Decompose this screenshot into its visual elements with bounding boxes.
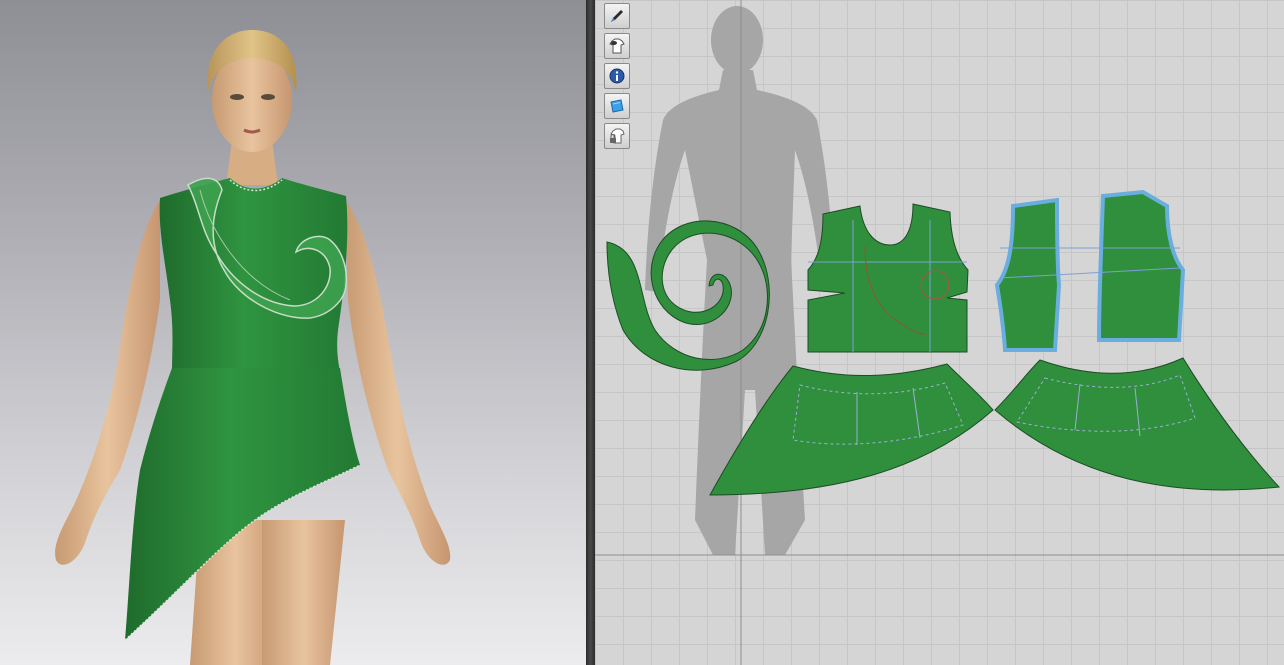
pattern-back-skirt[interactable] (994, 357, 1281, 491)
avatar-arm-right (345, 200, 451, 565)
avatar-leg-right (262, 520, 345, 665)
info-icon (609, 68, 625, 84)
lock-garment-tool[interactable] (604, 123, 630, 149)
shirt-lock-icon (610, 128, 625, 144)
show-garment-tool[interactable] (604, 33, 630, 59)
pattern-toolbar (604, 3, 632, 149)
app-window (0, 0, 1284, 665)
fabric-swatch-icon (610, 99, 624, 113)
panel-splitter[interactable] (586, 0, 595, 665)
show-info-tool[interactable] (604, 63, 630, 89)
pen-icon (611, 10, 623, 22)
3d-scene (55, 30, 451, 665)
2d-pattern-canvas (595, 0, 1284, 665)
avatar-eye-right (261, 94, 275, 100)
shirt-eye-icon (609, 38, 625, 54)
edit-pattern-tool[interactable] (604, 3, 630, 29)
pattern-back-bodice[interactable] (994, 189, 1186, 352)
dress-bodice[interactable] (159, 178, 348, 372)
2d-pattern-viewport[interactable] (595, 0, 1284, 665)
3d-garment-viewport[interactable] (0, 0, 586, 665)
avatar-eye-left (230, 94, 244, 100)
show-texture-tool[interactable] (604, 93, 630, 119)
pattern-front-bodice[interactable] (807, 203, 969, 353)
